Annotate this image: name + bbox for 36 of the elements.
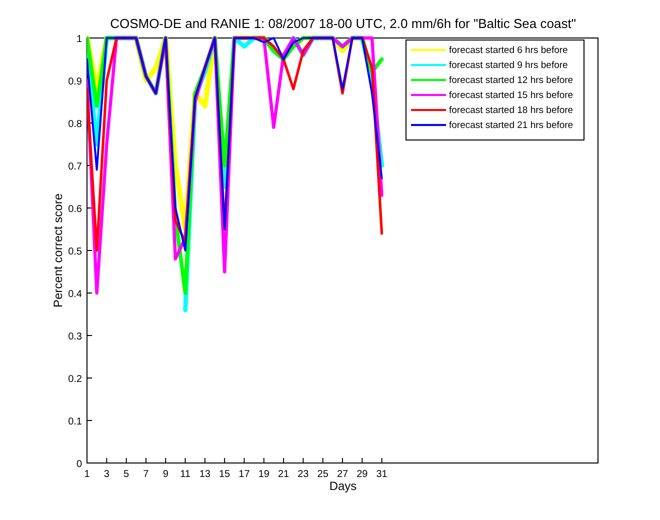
y-tick-label: 0.9	[68, 76, 82, 88]
y-tick-label: 0.4	[68, 289, 82, 300]
x-tick-label: 9	[162, 469, 168, 480]
legend-label: forecast started 15 hrs before	[449, 90, 574, 101]
x-tick-label: 25	[317, 469, 328, 480]
y-tick-label: 0.6	[68, 204, 82, 215]
x-tick-label: 17	[238, 469, 250, 480]
x-tick-label: 23	[298, 469, 309, 480]
x-tick-label: 11	[180, 469, 190, 480]
x-tick-label: 13	[199, 469, 210, 480]
x-tick-label: 27	[336, 469, 348, 480]
y-tick-label: 1	[76, 34, 82, 45]
legend-label: forecast started 18 hrs before	[449, 105, 574, 116]
y-tick-label: 0.8	[68, 119, 82, 130]
y-axis-label: Percent correct score	[51, 193, 65, 308]
x-tick-label: 5	[124, 469, 130, 480]
y-tick-label: 0	[76, 459, 82, 470]
y-tick-label: 0.7	[68, 162, 82, 172]
x-tick-label: 29	[356, 469, 368, 480]
y-tick-label: 0.3	[68, 332, 82, 342]
x-tick-label: 3	[104, 469, 110, 480]
legend-label: forecast started 6 hrs before	[449, 45, 568, 56]
x-tick-label: 19	[258, 469, 270, 480]
x-tick-label: 31	[376, 469, 388, 480]
y-tick-label: 0.5	[68, 246, 82, 258]
x-axis-label: Days	[329, 479, 357, 493]
legend-label: forecast started 12 hrs before	[449, 75, 574, 86]
legend-label: forecast started 21 hrs before	[449, 120, 574, 131]
x-tick-label: 7	[143, 469, 149, 480]
legend-label: forecast started 9 hrs before	[449, 60, 568, 71]
x-tick-label: 15	[219, 469, 230, 480]
x-tick-label: 21	[278, 469, 290, 480]
chart-title: COSMO-DE and RANIE 1: 08/2007 18-00 UTC, 2.0 mm/6h for "Baltic Sea coast"	[110, 16, 576, 31]
y-tick-label: 0.2	[68, 374, 82, 385]
x-tick-label: 1	[84, 469, 90, 480]
y-tick-label: 0.1	[68, 416, 82, 428]
